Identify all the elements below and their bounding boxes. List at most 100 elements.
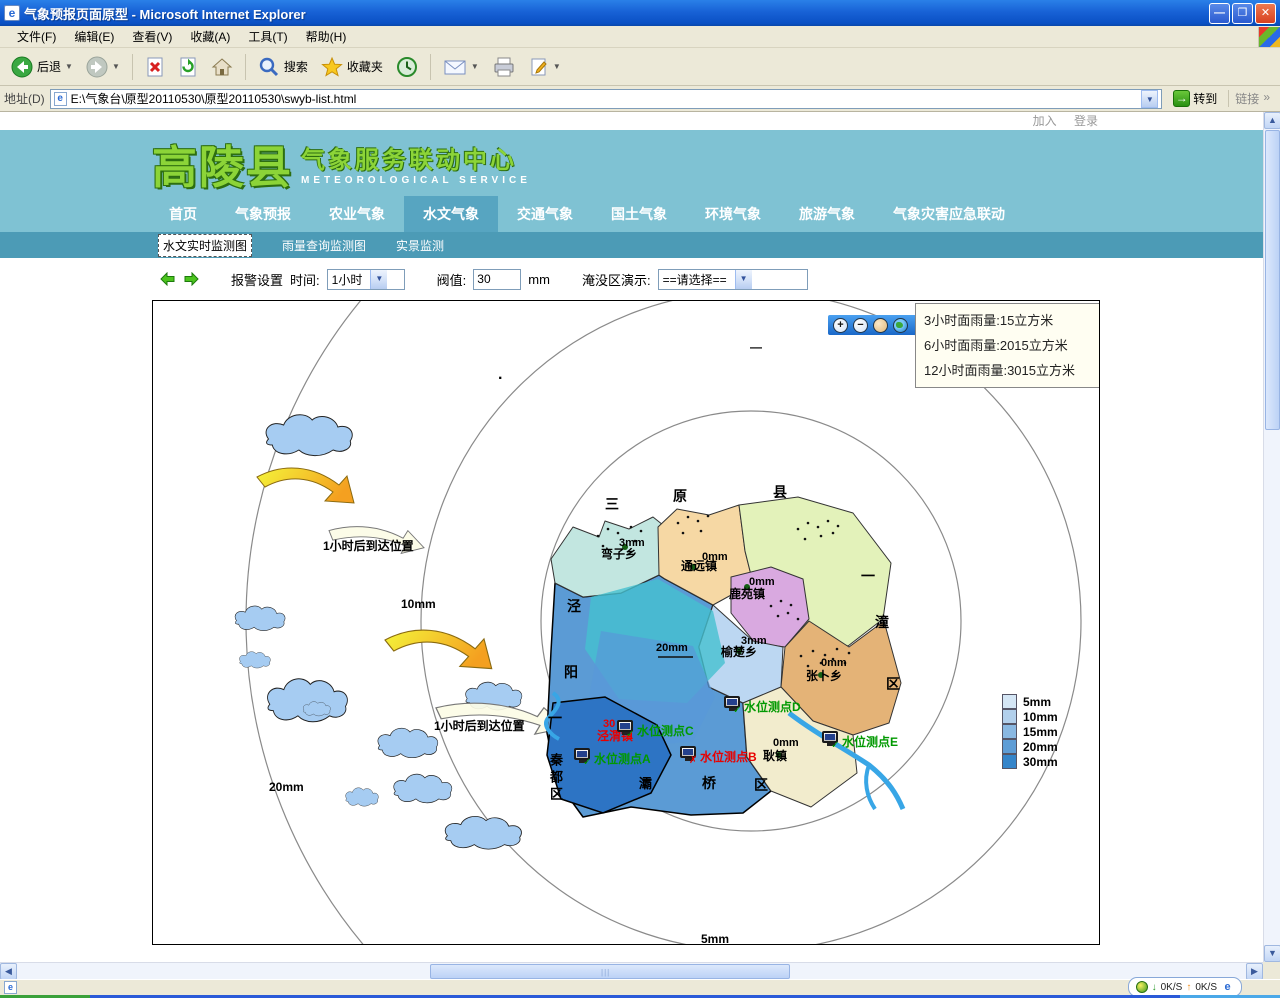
flood-demo-select[interactable]: ==请选择== ▼ [658, 269, 808, 290]
menu-item[interactable]: 查看(V) [123, 26, 181, 47]
go-button[interactable]: → 转到 [1167, 89, 1223, 108]
history-button[interactable] [391, 53, 423, 81]
menu-item[interactable]: 帮助(H) [297, 26, 356, 47]
links-menu[interactable]: 链接» [1228, 90, 1276, 107]
favorites-star-icon [321, 56, 343, 78]
links-label: 链接 [1235, 90, 1259, 107]
map-label: 3mm [741, 636, 767, 647]
edit-button[interactable]: ▼ [524, 53, 566, 81]
map-label: 20mm [269, 781, 304, 793]
nav-tab[interactable]: 旅游气象 [780, 196, 874, 232]
horizontal-scroll-thumb[interactable]: ||| [430, 964, 790, 979]
flood-select-arrow-icon: ▼ [735, 270, 752, 289]
nav-tab[interactable]: 气象灾害应急联动 [874, 196, 1024, 232]
map-label: 一 [861, 569, 875, 583]
map-pan-hand-icon[interactable] [873, 318, 888, 333]
restore-button[interactable]: ❐ [1232, 3, 1253, 24]
legend-swatch [1002, 754, 1017, 769]
map-label: 20mm [656, 643, 688, 654]
back-button[interactable]: 后退 ▼ [6, 53, 78, 81]
mail-button[interactable]: ▼ [438, 54, 484, 80]
history-clock-icon [396, 56, 418, 78]
scroll-up-icon[interactable]: ▲ [1264, 112, 1280, 129]
toolbar-separator [132, 54, 133, 80]
address-label: 地址(D) [4, 90, 45, 107]
back-caret-icon[interactable]: ▼ [65, 62, 73, 71]
network-speed-widget[interactable]: ↓ 0K/S ↑ 0K/S e [1128, 977, 1242, 997]
threshold-label: 阀值: [437, 270, 467, 289]
mail-caret-icon[interactable]: ▼ [471, 62, 479, 71]
scroll-left-icon[interactable]: ◀ [0, 963, 17, 980]
home-button[interactable] [206, 53, 238, 81]
nav-tab[interactable]: 国土气象 [592, 196, 686, 232]
login-link[interactable]: 登录 [1074, 114, 1098, 128]
subnav-item[interactable]: 雨量查询监测图 [282, 237, 366, 254]
legend-row: 10mm [1002, 709, 1058, 724]
address-input[interactable]: e E:\气象台\原型20110530\原型20110530\swyb-list… [50, 89, 1163, 109]
subnav-item[interactable]: 实景监测 [396, 237, 444, 254]
nav-tab[interactable]: 环境气象 [686, 196, 780, 232]
scroll-right-icon[interactable]: ▶ [1246, 963, 1263, 980]
subnav-item[interactable]: 水文实时监测图 [158, 234, 252, 257]
main-nav: 首页气象预报农业气象水文气象交通气象国土气象环境气象旅游气象气象灾害应急联动 [0, 196, 1263, 232]
legend-swatch [1002, 709, 1017, 724]
vertical-scrollbar[interactable]: ▲ ▼ [1263, 112, 1280, 962]
map-toolbar: + − [828, 315, 922, 335]
stop-button[interactable] [140, 53, 170, 81]
forward-caret-icon[interactable]: ▼ [112, 62, 120, 71]
status-page-icon: e [4, 981, 17, 994]
prev-arrow-icon[interactable] [160, 272, 176, 286]
horizontal-scrollbar[interactable]: ◀ ||| ▶ [0, 962, 1263, 979]
map-zoom-out-icon[interactable]: − [853, 318, 868, 333]
nav-tab[interactable]: 农业气象 [310, 196, 404, 232]
map-label: 30 [603, 719, 615, 730]
next-arrow-icon[interactable] [183, 272, 199, 286]
map-label: 区 [886, 677, 900, 691]
menu-item[interactable]: 文件(F) [8, 26, 65, 47]
nav-tab[interactable]: 气象预报 [216, 196, 310, 232]
hydrology-map[interactable]: 三原县泾阳一潼区一秦都区灞桥区弯子乡3mm通远镇0mm鹿苑镇0mm榆楚乡3mm张… [152, 300, 1100, 945]
map-globe-icon[interactable] [893, 318, 908, 333]
map-label: 潼 [875, 615, 889, 629]
favorites-button[interactable]: 收藏夹 [316, 53, 388, 81]
station-status-icon: ✗ [689, 755, 697, 766]
close-button[interactable]: ✕ [1255, 3, 1276, 24]
map-label: 区 [754, 778, 768, 792]
menu-item[interactable]: 收藏(A) [181, 26, 239, 47]
ie-icon: e [1221, 981, 1234, 994]
minimize-button[interactable]: — [1209, 3, 1230, 24]
vertical-scroll-thumb[interactable] [1265, 130, 1280, 430]
app-icon: e [4, 5, 20, 21]
station-label: 水位测点C [637, 722, 694, 739]
menu-item[interactable]: 工具(T) [239, 26, 296, 47]
map-label: · [498, 371, 503, 387]
forward-button[interactable]: ▼ [81, 53, 125, 81]
legend-swatch [1002, 724, 1017, 739]
account-strip: 加入 登录 [0, 112, 1263, 130]
threshold-input[interactable] [473, 269, 521, 290]
map-label: 1小时后到达位置 [434, 720, 525, 732]
refresh-button[interactable] [173, 53, 203, 81]
map-zoom-in-icon[interactable]: + [833, 318, 848, 333]
nav-tab[interactable]: 首页 [150, 196, 216, 232]
search-button[interactable]: 搜索 [253, 53, 313, 81]
map-label: 1小时后到达位置 [323, 540, 414, 552]
map-label: 秦都区 [549, 753, 562, 804]
scroll-down-icon[interactable]: ▼ [1264, 945, 1280, 962]
join-link[interactable]: 加入 [1033, 114, 1057, 128]
refresh-icon [178, 56, 198, 78]
map-label: 5mm [701, 933, 729, 945]
edit-caret-icon[interactable]: ▼ [553, 62, 561, 71]
windows-logo-icon [1258, 27, 1280, 47]
print-button[interactable] [487, 53, 521, 81]
nav-tab[interactable]: 水文气象 [404, 196, 498, 232]
favorites-label: 收藏夹 [347, 58, 383, 75]
map-label: 三 [605, 497, 619, 511]
menu-item[interactable]: 编辑(E) [65, 26, 123, 47]
time-select[interactable]: 1小时 ▼ [327, 269, 405, 290]
nav-tab[interactable]: 交通气象 [498, 196, 592, 232]
station-status-icon: ✓ [831, 740, 839, 751]
address-dropdown-icon[interactable]: ▼ [1141, 90, 1158, 108]
print-icon [492, 56, 516, 78]
edit-icon [529, 56, 549, 78]
